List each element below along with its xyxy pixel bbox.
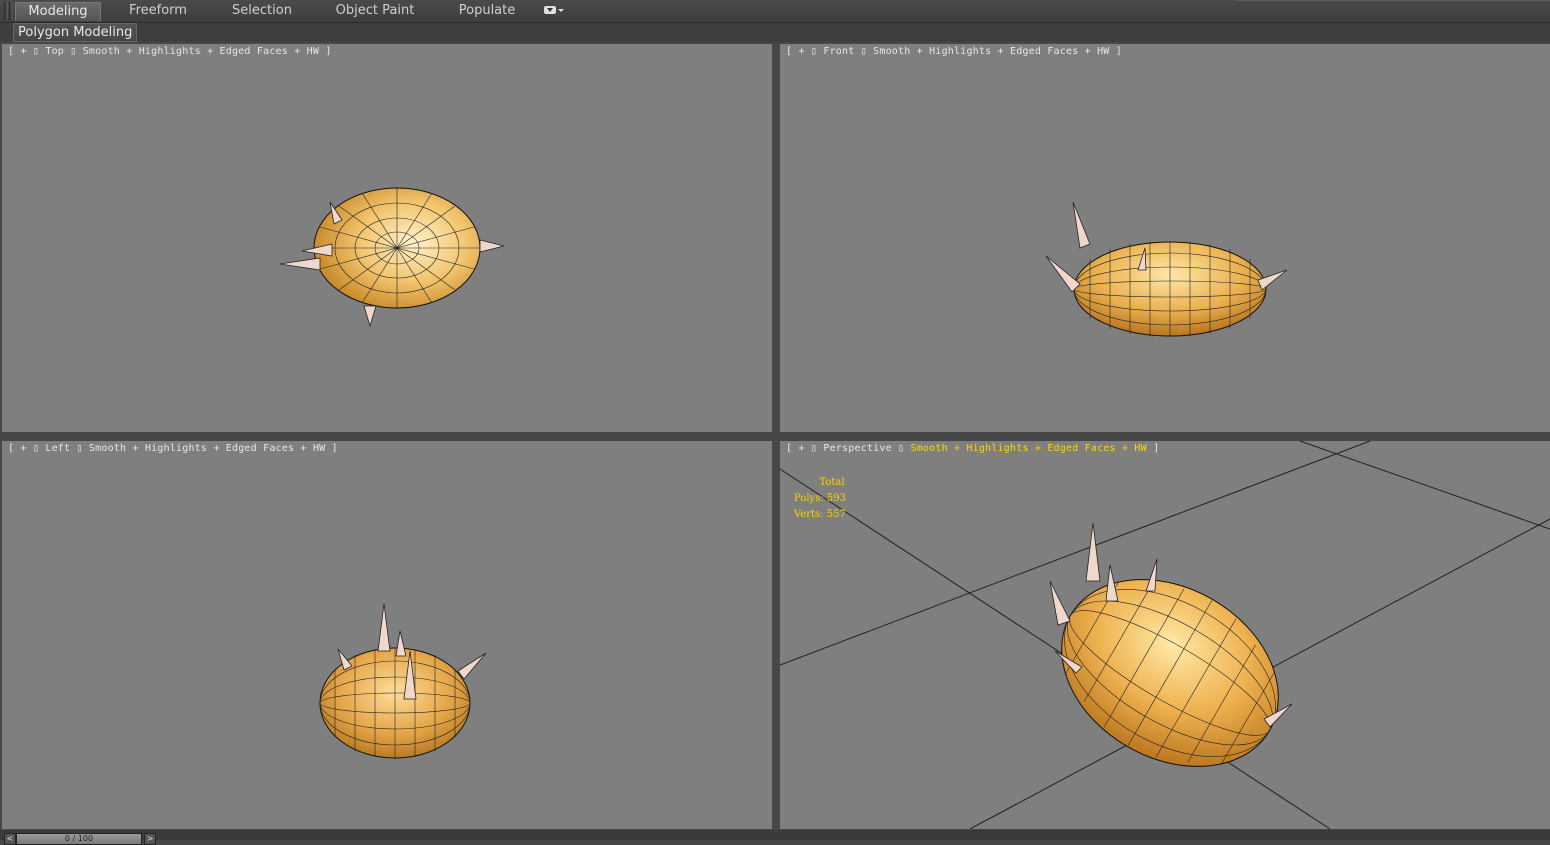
tab-selection[interactable]: Selection	[222, 2, 302, 20]
potato-perspective-render	[780, 441, 1550, 829]
viewport-view-name[interactable]: Perspective	[823, 443, 891, 454]
stats-verts-label: Verts:	[794, 509, 824, 520]
viewport-perspective[interactable]: [ + ▯ Perspective ▯ Smooth + Highlights …	[780, 441, 1550, 829]
potato-top-render	[279, 187, 505, 328]
stats-total-label: Total	[819, 477, 845, 488]
ribbon-grip[interactable]	[4, 2, 8, 20]
viewport-menu-plus[interactable]: +	[798, 443, 804, 454]
time-slider[interactable]: 0 / 100	[16, 833, 142, 845]
time-prev-button[interactable]: <	[4, 833, 16, 845]
tab-object-paint[interactable]: Object Paint	[330, 2, 420, 20]
statistics-overlay: Total Polys: 593 Verts: 557	[794, 475, 846, 523]
stats-total-header: Total	[794, 475, 846, 491]
potato-left-render	[319, 603, 487, 759]
stats-verts-row: Verts: 557	[794, 507, 846, 523]
viewport-front[interactable]: [ + ▯ Front ▯ Smooth + Highlights + Edge…	[780, 44, 1550, 432]
ribbon-options-icon[interactable]	[544, 6, 566, 16]
stats-polys-value: 593	[826, 493, 846, 504]
viewport-perspective-label[interactable]: [ + ▯ Perspective ▯ Smooth + Highlights …	[786, 443, 1159, 454]
ribbon-panel-bar: Polygon Modeling	[0, 23, 1550, 42]
viewport-shading-mode[interactable]: Smooth + Highlights + Edged Faces + HW	[910, 443, 1146, 454]
stats-polys-label: Polys:	[794, 493, 824, 504]
potato-front-render	[1045, 201, 1288, 337]
ribbon: Modeling Freeform Selection Object Paint…	[0, 0, 1550, 23]
time-next-button[interactable]: >	[144, 833, 156, 845]
time-slider-bar: < 0 / 100 >	[0, 830, 1550, 845]
stats-polys-row: Polys: 593	[794, 491, 846, 507]
ribbon-grip-2[interactable]	[9, 2, 13, 20]
tab-populate[interactable]: Populate	[450, 2, 524, 20]
polygon-modeling-button[interactable]: Polygon Modeling	[13, 23, 138, 42]
stats-verts-value: 557	[826, 509, 846, 520]
tab-modeling[interactable]: Modeling	[15, 2, 101, 21]
ribbon-divider	[1235, 0, 1550, 1]
viewport-left[interactable]: [ + ▯ Left ▯ Smooth + Highlights + Edged…	[2, 441, 772, 829]
viewport-top[interactable]: [ + ▯ Top ▯ Smooth + Highlights + Edged …	[2, 44, 772, 432]
tab-freeform[interactable]: Freeform	[120, 2, 196, 20]
